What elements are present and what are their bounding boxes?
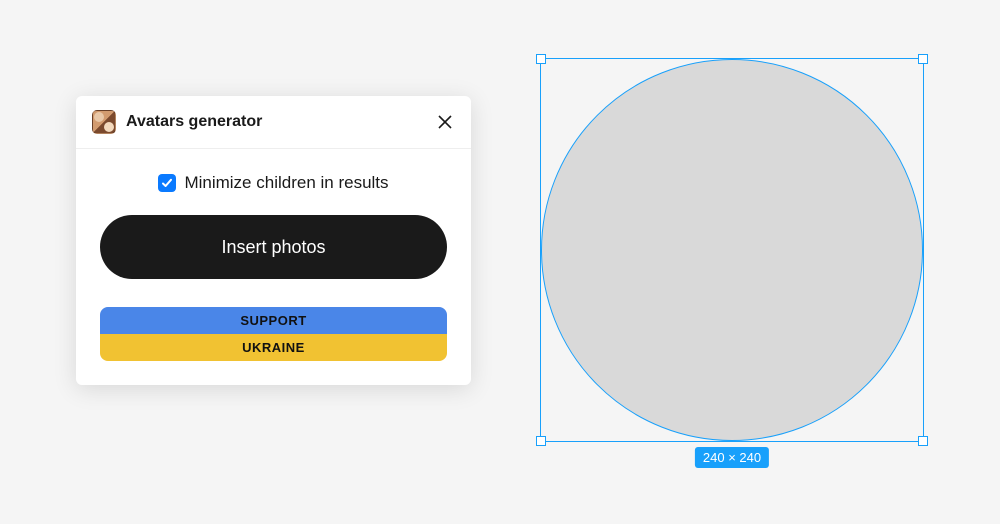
insert-photos-label: Insert photos — [221, 237, 325, 258]
panel-header: Avatars generator — [76, 96, 471, 149]
canvas-area: 240 × 240 — [540, 58, 924, 442]
plugin-icon — [92, 110, 116, 134]
selection-box[interactable]: 240 × 240 — [540, 58, 924, 442]
panel-title: Avatars generator — [126, 113, 435, 131]
panel-body: Minimize children in results Insert phot… — [76, 149, 471, 385]
minimize-children-checkbox[interactable] — [158, 174, 176, 192]
checkbox-row: Minimize children in results — [100, 173, 447, 193]
checkbox-label: Minimize children in results — [184, 173, 388, 193]
resize-handle-top-left[interactable] — [536, 54, 546, 64]
size-badge: 240 × 240 — [695, 447, 769, 468]
support-ukraine-banner[interactable]: SUPPORT UKRAINE — [100, 307, 447, 361]
banner-bottom-line: UKRAINE — [100, 334, 447, 361]
insert-photos-button[interactable]: Insert photos — [100, 215, 447, 279]
resize-handle-top-right[interactable] — [918, 54, 928, 64]
selected-ellipse[interactable] — [541, 59, 923, 441]
close-button[interactable] — [435, 112, 455, 132]
banner-top-line: SUPPORT — [100, 307, 447, 334]
plugin-panel: Avatars generator Minimize children in r… — [76, 96, 471, 385]
check-icon — [161, 177, 173, 189]
close-icon — [437, 114, 453, 130]
resize-handle-bottom-left[interactable] — [536, 436, 546, 446]
resize-handle-bottom-right[interactable] — [918, 436, 928, 446]
